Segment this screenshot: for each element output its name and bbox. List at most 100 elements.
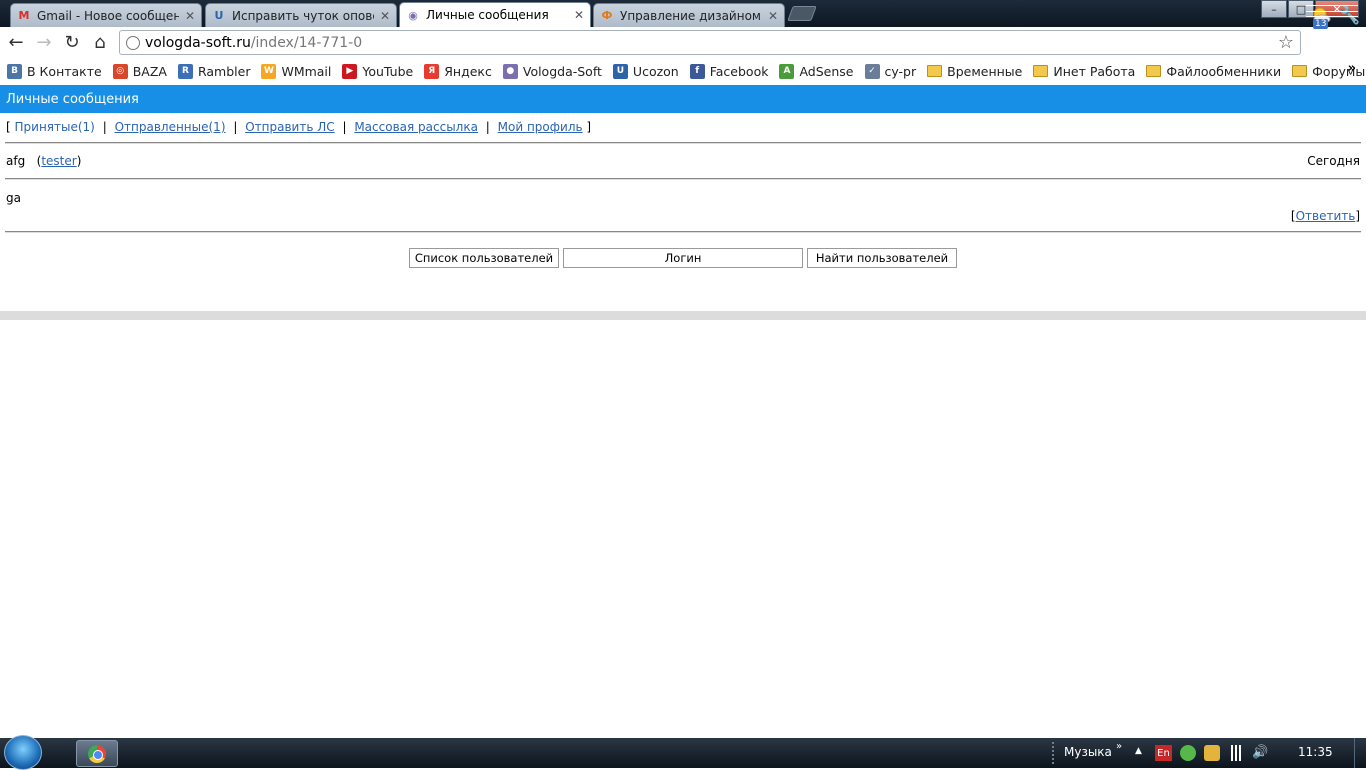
- nav-sent-link[interactable]: Отправленные(1): [115, 120, 226, 134]
- page-header: Личные сообщения: [0, 85, 1366, 113]
- folder-icon: [1146, 65, 1162, 77]
- forward-button[interactable]: →: [30, 29, 58, 57]
- nav-separator: |: [233, 120, 238, 134]
- adsense-icon: A: [779, 63, 795, 79]
- folder-icon: [927, 65, 943, 77]
- address-bar[interactable]: vologda-soft.ru/index/14-771-0 ☆: [119, 30, 1301, 55]
- close-tab-icon[interactable]: ✕: [185, 9, 195, 23]
- tab-title: Управление дизайном - П: [620, 8, 762, 23]
- bookmark-folder-label: Инет Работа: [1053, 63, 1136, 79]
- vologda-soft-icon: ●: [502, 63, 518, 79]
- page-info-icon[interactable]: [126, 35, 140, 50]
- reload-icon: ↻: [64, 32, 80, 53]
- divider: [5, 178, 1361, 180]
- bookmark-item[interactable]: ✓ cy-pr: [864, 63, 917, 79]
- bookmarks-overflow-icon[interactable]: »: [1348, 61, 1356, 76]
- bookmark-label: Rambler: [197, 63, 251, 79]
- bookmark-label: Яндекс: [444, 63, 492, 79]
- nav-inbox-link[interactable]: Принятые(1): [15, 120, 95, 134]
- ucoz-admin-icon: Ф: [601, 9, 613, 22]
- login-button[interactable]: Логин: [563, 248, 803, 268]
- taskbar-chrome-button[interactable]: [76, 740, 118, 767]
- url-path: /index/14-771-0: [250, 34, 363, 51]
- bookmark-item[interactable]: ● Vologda-Soft: [502, 63, 602, 79]
- nav-mass-mailing-link[interactable]: Массовая рассылка: [354, 120, 478, 134]
- security-shield-icon[interactable]: [1180, 745, 1196, 761]
- home-icon: ⌂: [94, 32, 106, 53]
- message-header: afg (tester): [6, 154, 82, 168]
- bookmark-item[interactable]: ▶ YouTube: [342, 63, 413, 79]
- music-toolbar-chevron[interactable]: »: [1116, 741, 1122, 752]
- browser-toolbar: ← → ↻ ⌂ vologda-soft.ru/index/14-771-0 ☆: [0, 27, 1366, 58]
- bookmark-label: WMmail: [281, 63, 332, 79]
- close-tab-icon[interactable]: ✕: [768, 9, 778, 23]
- bookmark-label: AdSense: [799, 63, 854, 79]
- message-subject: afg: [6, 154, 26, 168]
- bookmark-item[interactable]: A AdSense: [779, 63, 854, 79]
- cy-pr-icon: ✓: [864, 63, 880, 79]
- network-signal-icon[interactable]: [1228, 745, 1244, 761]
- messenger-tray-icon[interactable]: [1204, 745, 1220, 761]
- gmail-icon: M: [18, 9, 30, 22]
- bookmark-label: BAZA: [132, 63, 167, 79]
- bookmark-folder[interactable]: Файлообменники: [1146, 64, 1281, 79]
- nav-send-link[interactable]: Отправить ЛС: [245, 120, 334, 134]
- messages-nav: [ Принятые(1) | Отправленные(1) | Отправ…: [6, 120, 591, 134]
- rambler-icon: R: [177, 63, 193, 79]
- tab-title: Исправить чуток оповеще: [232, 8, 374, 23]
- bookmark-label: cy-pr: [884, 63, 917, 79]
- user-list-button[interactable]: Список пользователей: [409, 248, 559, 268]
- folder-icon: [1033, 65, 1049, 77]
- language-indicator[interactable]: En: [1155, 745, 1172, 761]
- youtube-icon: ▶: [342, 63, 358, 79]
- bookmark-item[interactable]: f Facebook: [689, 63, 769, 79]
- bookmark-item[interactable]: U Ucozon: [612, 63, 679, 79]
- folder-icon: [1292, 65, 1308, 77]
- back-arrow-icon: ←: [8, 32, 24, 53]
- bookmark-label: Vologda-Soft: [522, 63, 602, 79]
- music-toolbar-label[interactable]: Музыка: [1064, 745, 1112, 759]
- tab-ucoz-fix[interactable]: U Исправить чуток оповеще ✕: [205, 3, 397, 27]
- bookmark-label: Ucozon: [632, 63, 679, 79]
- ucoz-icon: U: [214, 9, 224, 22]
- bookmark-label: Facebook: [709, 63, 769, 79]
- clock[interactable]: 11:35: [1298, 745, 1333, 759]
- tab-personal-messages[interactable]: ◉ Личные сообщения ✕: [399, 2, 591, 27]
- site-favicon: ◉: [408, 8, 418, 22]
- nav-separator: |: [102, 120, 107, 134]
- bookmark-folder[interactable]: Инет Работа: [1033, 64, 1135, 79]
- divider: [5, 142, 1361, 144]
- footer-band: [0, 311, 1366, 320]
- message-sender-link[interactable]: tester: [41, 154, 76, 168]
- forward-arrow-icon: →: [36, 32, 52, 53]
- volume-icon[interactable]: 🔊: [1252, 745, 1268, 761]
- bookmark-item[interactable]: R Rambler: [177, 63, 251, 79]
- wmmail-icon: W: [261, 63, 277, 79]
- reload-button[interactable]: ↻: [58, 29, 86, 57]
- nav-bracket-close: ]: [586, 120, 592, 134]
- bookmark-star-icon[interactable]: ☆: [1278, 32, 1294, 53]
- windows-start-icon[interactable]: [4, 735, 42, 770]
- bookmark-item[interactable]: W WMmail: [261, 63, 332, 79]
- back-button[interactable]: ←: [2, 29, 30, 57]
- close-tab-icon[interactable]: ✕: [380, 9, 390, 23]
- reply-link[interactable]: Ответить: [1296, 209, 1356, 223]
- show-desktop-button[interactable]: [1354, 738, 1366, 768]
- show-hidden-icons-icon[interactable]: ▲: [1135, 746, 1142, 756]
- bookmark-item[interactable]: B В Контакте: [7, 63, 102, 79]
- facebook-icon: f: [689, 63, 705, 79]
- tab-design-management[interactable]: Ф Управление дизайном - П ✕: [593, 3, 785, 27]
- find-users-button[interactable]: Найти пользователей: [807, 248, 957, 268]
- nav-profile-link[interactable]: Мой профиль: [498, 120, 583, 134]
- ucozon-icon: U: [612, 63, 628, 79]
- bookmark-folder[interactable]: Временные: [927, 64, 1022, 79]
- home-button[interactable]: ⌂: [86, 29, 114, 57]
- bookmark-item[interactable]: Я Яндекс: [424, 63, 492, 79]
- bookmark-item[interactable]: ◎ BAZA: [112, 63, 167, 79]
- close-tab-icon[interactable]: ✕: [574, 8, 584, 22]
- menu-lines-icon[interactable]: [1306, 5, 1358, 17]
- minimize-button[interactable]: –: [1261, 0, 1287, 18]
- nav-separator: |: [342, 120, 347, 134]
- baza-icon: ◎: [112, 63, 128, 79]
- tab-gmail[interactable]: M Gmail - Новое сообщение ✕: [10, 3, 202, 27]
